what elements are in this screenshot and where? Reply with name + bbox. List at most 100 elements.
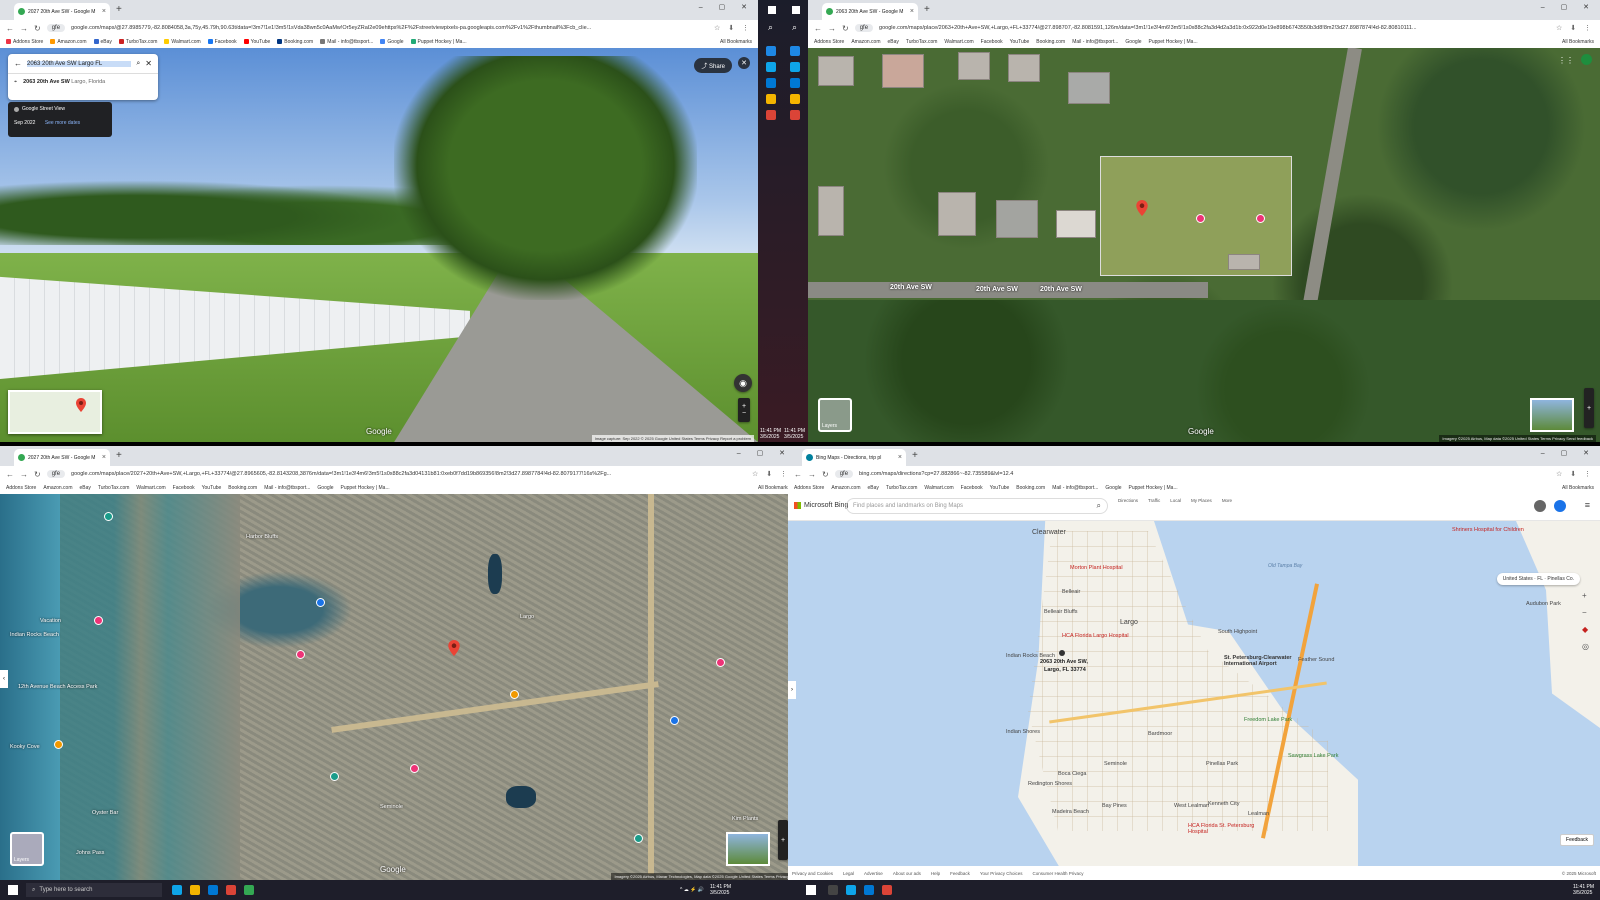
zoom-controls[interactable]: + xyxy=(778,820,788,860)
nav-more[interactable]: More xyxy=(1222,498,1232,503)
window-controls[interactable]: – ▢ ✕ xyxy=(1541,449,1596,457)
site-pill[interactable]: gfe xyxy=(834,470,854,478)
tray-icons[interactable]: ^ ☁ ⚡ 🔊 xyxy=(680,887,704,893)
outlook-icon[interactable] xyxy=(864,885,874,895)
selected-location-pin-icon[interactable] xyxy=(1058,649,1066,657)
bookmark-item[interactable]: Booking.com xyxy=(1036,39,1065,45)
close-tab-icon[interactable]: × xyxy=(102,454,106,461)
see-more-dates-link[interactable]: See more dates xyxy=(45,120,80,126)
forward-icon[interactable]: → xyxy=(20,24,28,33)
location-chip[interactable]: United States · FL · Pinellas Co. xyxy=(1496,573,1580,585)
windows-start-icon[interactable] xyxy=(792,6,800,14)
browser-tab[interactable]: 2027 20th Ave SW - Google M × xyxy=(14,3,110,20)
bookmark-item[interactable]: Google xyxy=(1125,39,1141,45)
bookmark-item[interactable]: Addons Store xyxy=(814,39,844,45)
windows-start-icon[interactable] xyxy=(8,885,18,895)
nav-my-places[interactable]: My Places xyxy=(1191,498,1212,503)
app-icons[interactable] xyxy=(790,40,802,126)
reload-icon[interactable]: ↻ xyxy=(842,24,849,33)
search-icon[interactable]: ⌕ xyxy=(768,22,773,33)
map-controls[interactable]: + − ◆ ◎ xyxy=(1582,591,1594,651)
bing-map[interactable]: 2063 20th Ave SW, Largo, FL 33774 Clearw… xyxy=(788,521,1600,866)
bookmark-item[interactable]: Amazon.com xyxy=(851,39,880,45)
bing-logo[interactable]: Microsoft Bing xyxy=(794,502,848,509)
layers-button[interactable]: Layers xyxy=(818,398,852,432)
menu-icon[interactable]: ≡ xyxy=(1585,500,1590,510)
bookmark-item[interactable]: Amazon.com xyxy=(43,485,72,491)
street-view-thumbnail[interactable] xyxy=(726,832,770,866)
bookmark-item[interactable]: Facebook xyxy=(207,39,237,45)
toolbar-icons[interactable]: ☆ ⬇ ⋮ xyxy=(714,24,752,32)
site-pill[interactable]: gfe xyxy=(46,24,66,32)
toolbar-icons[interactable]: ☆ ⬇ ⋮ xyxy=(1556,24,1594,32)
chrome-icon[interactable] xyxy=(882,885,892,895)
feedback-button[interactable]: Feedback xyxy=(1560,834,1594,846)
search-input[interactable]: 2063 20th Ave SW Largo FL xyxy=(27,60,132,67)
back-icon[interactable]: ← xyxy=(814,24,822,33)
reload-icon[interactable]: ↻ xyxy=(34,470,41,479)
close-street-view-button[interactable]: ✕ xyxy=(738,57,750,69)
bookmark-item[interactable]: Booking.com xyxy=(228,485,257,491)
back-icon[interactable]: ← xyxy=(6,24,14,33)
satellite-wide-map[interactable]: Harbor Bluffs Indian Rocks Beach 12th Av… xyxy=(0,494,796,880)
rewards-icon[interactable] xyxy=(1554,500,1566,512)
back-icon[interactable]: ← xyxy=(6,470,14,479)
reload-icon[interactable]: ↻ xyxy=(34,24,41,33)
bookmark-item[interactable]: Addons Store xyxy=(794,485,824,491)
bookmark-item[interactable]: Puppet Hockey | Ma... xyxy=(410,39,467,45)
reload-icon[interactable]: ↻ xyxy=(822,470,829,479)
bookmark-item[interactable]: eBay xyxy=(888,39,899,45)
edge-icon[interactable] xyxy=(846,885,856,895)
footer-link[interactable]: Help xyxy=(931,871,940,876)
bookmark-item[interactable]: TurboTax.com xyxy=(118,39,157,45)
bookmark-item[interactable]: YouTube xyxy=(243,39,270,45)
bookmark-item[interactable]: Mail - info@tbsport... xyxy=(264,485,310,491)
forward-icon[interactable]: → xyxy=(828,24,836,33)
toolbar-icons[interactable]: ☆ ⬇ ⋮ xyxy=(752,470,790,478)
place-pin-icon[interactable] xyxy=(104,512,113,521)
close-tab-icon[interactable]: × xyxy=(910,8,914,15)
minimap[interactable] xyxy=(8,390,102,434)
bookmark-item[interactable]: Puppet Hockey | Ma... xyxy=(1129,485,1178,491)
bookmark-item[interactable]: eBay xyxy=(80,485,91,491)
bookmark-item[interactable]: TurboTax.com xyxy=(98,485,130,491)
satellite-map[interactable]: 20th Ave SW 20th Ave SW 20th Ave SW Laye… xyxy=(808,48,1600,442)
account-avatar[interactable] xyxy=(1581,54,1592,65)
search-box[interactable]: ← 2063 20th Ave SW Largo FL ⌕ ✕ ⌖ 2063 20… xyxy=(8,54,158,100)
second-pinned-apps[interactable] xyxy=(824,885,896,895)
share-button[interactable]: ⤴ Share xyxy=(694,58,732,73)
window-controls[interactable]: – ▢ ✕ xyxy=(1541,3,1596,11)
system-tray[interactable]: ^ ☁ ⚡ 🔊 11:41 PM 3/5/2025 xyxy=(680,884,731,896)
place-pin-icon[interactable] xyxy=(330,772,339,781)
apps-grid-icon[interactable]: ⋮⋮ xyxy=(1558,56,1574,65)
site-pill[interactable]: gfe xyxy=(46,470,66,478)
bookmark-item[interactable]: Addons Store xyxy=(6,485,36,491)
footer-link[interactable]: Advertise xyxy=(864,871,883,876)
footer-link[interactable]: Consumer Health Privacy xyxy=(1032,871,1083,876)
app-icons[interactable] xyxy=(766,40,778,126)
file-explorer-icon[interactable] xyxy=(190,885,200,895)
bookmark-item[interactable]: Google xyxy=(317,485,333,491)
bookmark-item[interactable]: eBay xyxy=(868,485,879,491)
toolbar-icons[interactable]: ☆ ⬇ ⋮ xyxy=(1556,470,1594,478)
bookmark-item[interactable]: Amazon.com xyxy=(50,39,87,45)
nav-directions[interactable]: Directions xyxy=(1118,498,1138,503)
bookmark-item[interactable]: Walmart.com xyxy=(136,485,165,491)
place-pin-icon[interactable] xyxy=(316,598,325,607)
search-suggestion[interactable]: ⌖ 2063 20th Ave SW Largo, Florida xyxy=(8,74,158,91)
bookmark-item[interactable]: Walmart.com xyxy=(924,485,953,491)
bookmark-item[interactable]: Walmart.com xyxy=(164,39,201,45)
chrome-icon[interactable] xyxy=(244,885,254,895)
url-field[interactable]: google.com/maps/@27.8985779,-82.8084058,… xyxy=(71,25,708,31)
place-pin-icon[interactable] xyxy=(716,658,725,667)
new-tab-button[interactable]: + xyxy=(116,450,122,461)
bookmark-item[interactable]: Facebook xyxy=(961,485,983,491)
taskbar-search[interactable]: ⌕ Type here to search xyxy=(26,883,162,897)
bookmark-item[interactable]: eBay xyxy=(93,39,112,45)
collapse-panel-button[interactable]: › xyxy=(788,681,796,699)
window-controls[interactable]: – ▢ ✕ xyxy=(737,449,792,457)
nearby-place-pin-icon[interactable] xyxy=(1196,214,1205,223)
browser-tab[interactable]: 2027 20th Ave SW - Google M × xyxy=(14,449,110,466)
browser-tab[interactable]: 2063 20th Ave SW - Google M × xyxy=(822,3,918,20)
place-pin-icon[interactable] xyxy=(510,690,519,699)
